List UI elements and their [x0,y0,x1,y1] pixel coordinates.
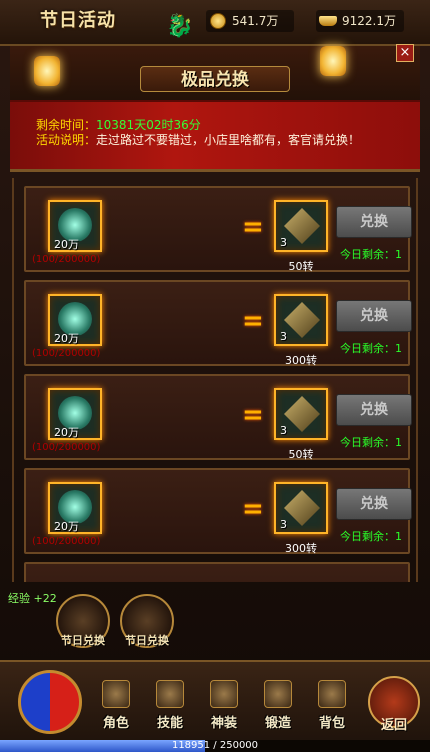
daily-remaining: 今日剩余：1 [340,342,402,355]
event-title: 节日活动 [40,10,116,31]
daily-remaining: 今日剩余：1 [340,436,402,449]
weapon-icon [284,208,320,244]
reward-quantity: 3 [280,424,287,437]
remaining-time-value: 10381天02时36分 [96,118,201,132]
exchange-row-partial [24,562,410,582]
gold-ingot-icon [319,16,337,26]
experience-bar: 118951 / 250000 [0,740,430,752]
dragon-ornament-icon: 🐉 [166,14,194,39]
nav-character[interactable]: 角色 [92,676,140,731]
exp-gain-note: 经验 +22 [8,592,57,605]
exchange-list[interactable]: 20万 (100/200000) = 3 50转 兑换 今日剩余：1 20万 (… [12,178,418,582]
backpack-icon [318,680,346,708]
nav-label: 背包 [318,716,345,731]
event-info: 剩余时间：10381天02时36分 活动说明：走过路过不要错过，小店里啥都有，客… [10,100,420,172]
reward-item-slot[interactable]: 3 [274,200,328,252]
gold-armor-icon [284,490,320,526]
gold-coin-icon [210,13,226,29]
cost-progress: (100/200000) [32,254,101,265]
cost-item-slot[interactable]: 20万 [48,388,102,440]
cost-progress: (100/200000) [32,536,101,547]
cost-quantity: 20万 [54,426,79,439]
axe-icon [284,302,320,338]
cost-quantity: 20万 [54,332,79,345]
daily-remaining: 今日剩余：1 [340,248,402,261]
anvil-icon [264,680,292,708]
exchange-button[interactable]: 兑换 [336,488,412,520]
reward-level: 50转 [288,448,314,461]
event-description-line: 活动说明：走过路过不要错过，小店里啥都有，客官请兑换！ [36,131,360,148]
cost-quantity: 20万 [54,520,79,533]
nav-divine-gear[interactable]: 神装 [200,676,248,731]
taiji-orb-icon[interactable] [18,670,82,734]
nav-skills[interactable]: 技能 [146,676,194,731]
panel-title: 极品兑换 [140,66,290,92]
back-label: 返回 [380,718,407,733]
exchange-row: 20万 (100/200000) = 3 50转 兑换 今日剩余：1 [24,374,412,461]
equals-sign: = [242,494,264,524]
exchange-row: 20万 (100/200000) = 3 300转 兑换 今日剩余：1 [24,468,412,555]
lantern-icon [320,46,346,76]
reward-item-slot[interactable]: 3 [274,482,328,534]
close-button[interactable]: × [396,44,414,62]
lantern-icon [34,56,60,86]
exchange-button[interactable]: 兑换 [336,300,412,332]
reward-quantity: 3 [280,236,287,249]
reward-level: 300转 [285,354,317,367]
remaining-time-label: 剩余时间： [36,118,97,132]
reward-item-slot[interactable]: 3 [274,388,328,440]
gold-value: 541.7万 [232,14,279,28]
ingot-counter: 9122.1万 [316,10,404,32]
event-description-label: 活动说明： [36,133,97,147]
cost-quantity: 20万 [54,238,79,251]
reward-quantity: 3 [280,518,287,531]
ingot-value: 9122.1万 [342,14,396,28]
nav-label: 角色 [102,716,129,731]
experience-text: 118951 / 250000 [171,740,259,751]
cost-item-slot[interactable]: 20万 [48,294,102,346]
equals-sign: = [242,306,264,336]
reward-item-slot[interactable]: 3 [274,294,328,346]
nav-forge[interactable]: 锻造 [254,676,302,731]
nav-bag[interactable]: 背包 [308,676,356,731]
nav-label: 锻造 [264,716,291,731]
helmet-icon [102,680,130,708]
nav-label: 神装 [210,716,237,731]
reward-level: 300转 [285,542,317,555]
festival-exchange-label: 节日兑换 [61,634,105,647]
nav-label: 技能 [156,716,183,731]
exchange-row: 20万 (100/200000) = 3 50转 兑换 今日剩余：1 [24,186,412,273]
exchange-row: 20万 (100/200000) = 3 300转 兑换 今日剩余：1 [24,280,412,367]
armor-icon [210,680,238,708]
top-bar: 节日活动 🐉 541.7万 9122.1万 [0,0,430,46]
exchange-button[interactable]: 兑换 [336,206,412,238]
book-icon [156,680,184,708]
cost-item-slot[interactable]: 20万 [48,200,102,252]
reward-level: 50转 [288,260,314,273]
reward-quantity: 3 [280,330,287,343]
equals-sign: = [242,212,264,242]
app-root: 节日活动 🐉 541.7万 9122.1万 极品兑换 × 剩余时间：10381天… [0,0,430,752]
event-description-value: 走过路过不要错过，小店里啥都有，客官请兑换！ [96,133,361,147]
daily-remaining: 今日剩余：1 [340,530,402,543]
festival-exchange-label: 节日兑换 [125,634,169,647]
exchange-button[interactable]: 兑换 [336,394,412,426]
cost-item-slot[interactable]: 20万 [48,482,102,534]
equals-sign: = [242,400,264,430]
cost-progress: (100/200000) [32,348,101,359]
gold-counter: 541.7万 [206,10,294,32]
cost-progress: (100/200000) [32,442,101,453]
armor-icon [284,396,320,432]
